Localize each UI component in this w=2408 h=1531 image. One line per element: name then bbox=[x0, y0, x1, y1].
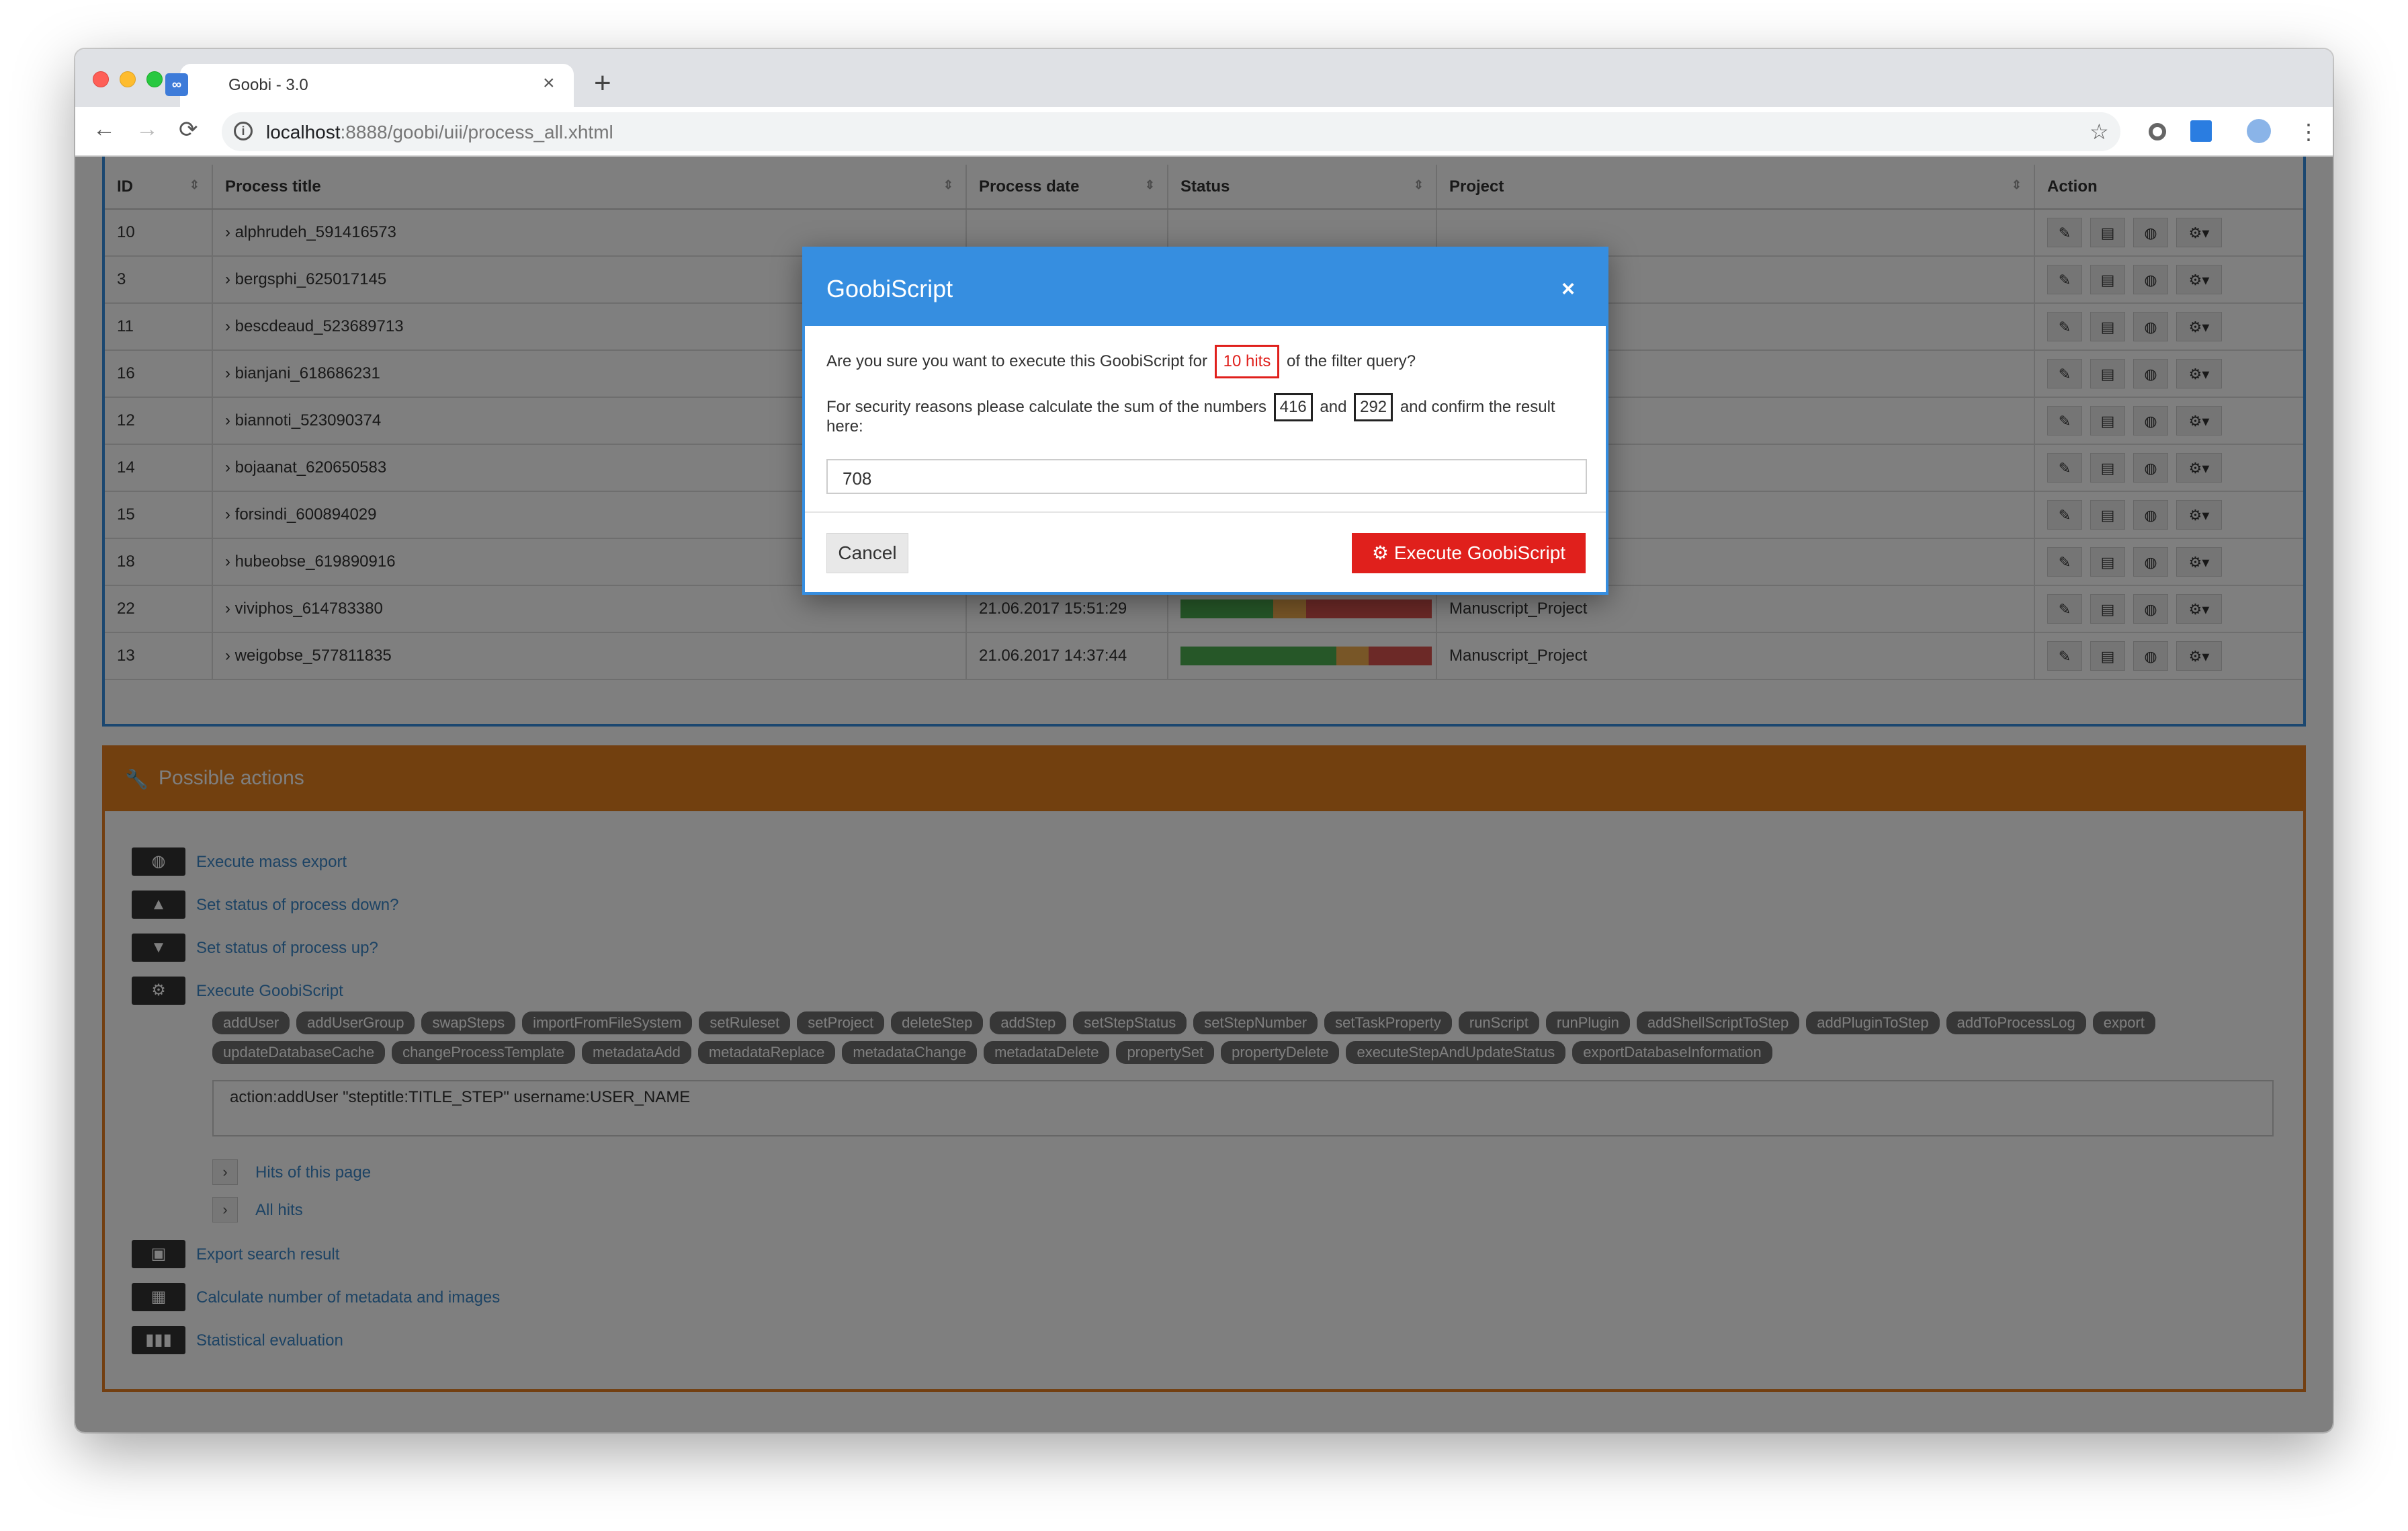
tab-close-icon[interactable]: × bbox=[543, 72, 555, 95]
goobi-favicon-icon: ∞ bbox=[165, 73, 188, 96]
page-content: ID⇕ Process title⇕ Process date⇕ Status⇕… bbox=[75, 157, 2333, 1432]
back-icon[interactable]: ← bbox=[93, 116, 116, 142]
minimize-window-button[interactable] bbox=[120, 71, 136, 87]
close-icon[interactable]: × bbox=[1561, 276, 1575, 302]
modal-header: GoobiScript × bbox=[805, 249, 1606, 326]
confirm-text: Are you sure you want to execute this Go… bbox=[826, 345, 1416, 378]
reload-icon[interactable]: ⟳ bbox=[179, 116, 198, 143]
number-two: 292 bbox=[1354, 393, 1393, 421]
browser-window: ∞ Goobi - 3.0 × + ← → ⟳ i localhost:8888… bbox=[75, 49, 2333, 1432]
maximize-window-button[interactable] bbox=[146, 71, 163, 87]
extension-icon[interactable] bbox=[2149, 123, 2166, 140]
browser-toolbar: ← → ⟳ i localhost:8888/goobi/uii/process… bbox=[75, 107, 2333, 157]
browser-menu-icon[interactable]: ⋮ bbox=[2298, 119, 2319, 144]
security-text-line2: here: bbox=[826, 417, 863, 436]
tab-title: Goobi - 3.0 bbox=[228, 76, 308, 94]
modal-body: Are you sure you want to execute this Go… bbox=[805, 326, 1606, 513]
number-one: 416 bbox=[1273, 393, 1313, 421]
security-text: For security reasons please calculate th… bbox=[826, 393, 1555, 421]
modal-title: GoobiScript bbox=[826, 275, 953, 302]
bookmark-star-icon[interactable]: ☆ bbox=[2090, 119, 2109, 144]
cancel-button[interactable]: Cancel bbox=[826, 533, 908, 573]
extension-app-icon[interactable] bbox=[2190, 120, 2212, 142]
modal-footer: Cancel ⚙ Execute GoobiScript bbox=[805, 513, 1606, 592]
gears-icon: ⚙ bbox=[1371, 542, 1394, 563]
goobiscript-modal: GoobiScript × Are you sure you want to e… bbox=[802, 247, 1608, 595]
sum-answer-input[interactable]: 708 bbox=[826, 459, 1587, 494]
info-icon[interactable]: i bbox=[234, 122, 253, 140]
hits-count-badge: 10 hits bbox=[1214, 345, 1280, 378]
execute-goobiscript-button[interactable]: ⚙ Execute GoobiScript bbox=[1352, 533, 1586, 573]
close-window-button[interactable] bbox=[93, 71, 109, 87]
forward-icon[interactable]: → bbox=[136, 116, 159, 142]
tab-bar: ∞ Goobi - 3.0 × + bbox=[75, 49, 2333, 107]
new-tab-icon[interactable]: + bbox=[594, 67, 611, 100]
url-text[interactable]: localhost:8888/goobi/uii/process_all.xht… bbox=[266, 122, 613, 143]
profile-avatar[interactable] bbox=[2247, 119, 2271, 143]
